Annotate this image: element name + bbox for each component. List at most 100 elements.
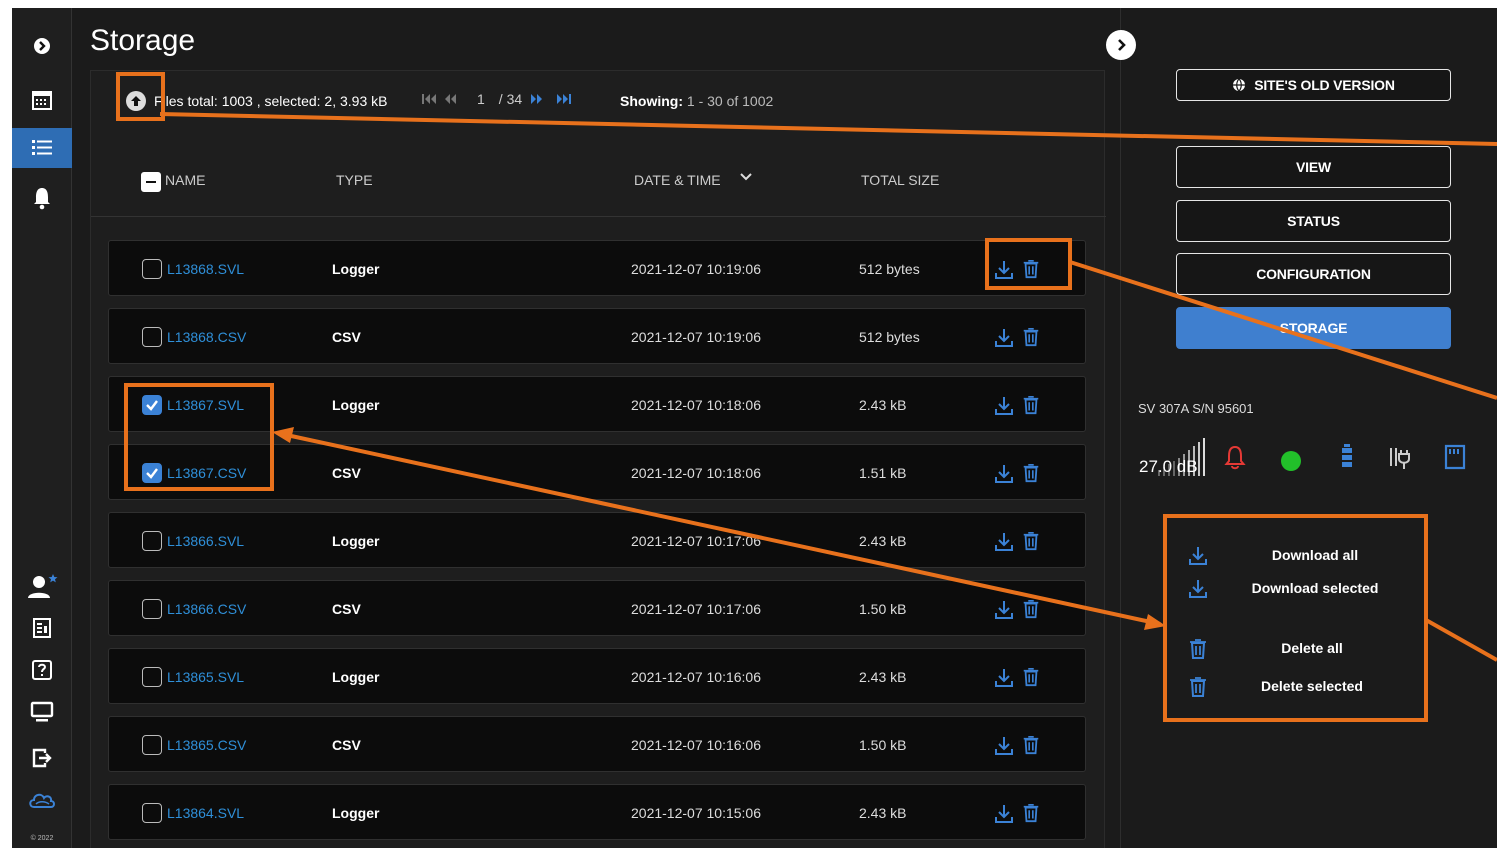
next-page-button[interactable] <box>530 93 544 105</box>
download-icon[interactable] <box>993 667 1015 692</box>
alarm-bell-icon <box>1224 444 1246 475</box>
file-type: CSV <box>332 465 361 481</box>
trash-icon[interactable] <box>1021 530 1041 555</box>
file-name-link[interactable]: L13867.SVL <box>167 397 244 413</box>
trash-icon[interactable] <box>1021 258 1041 283</box>
power-plug-icon <box>1387 444 1413 477</box>
file-datetime: 2021-12-07 10:16:06 <box>631 737 761 753</box>
download-icon[interactable] <box>993 395 1015 420</box>
view-button[interactable]: VIEW <box>1176 146 1451 188</box>
row-checkbox[interactable] <box>142 395 162 415</box>
trash-icon[interactable] <box>1021 666 1041 691</box>
expand-menu-button[interactable] <box>12 26 72 66</box>
table-row[interactable]: L13868.SVL Logger 2021-12-07 10:19:06 512 b… <box>108 240 1086 296</box>
old-version-button[interactable]: SITE'S OLD VERSION <box>1176 69 1451 101</box>
rail-logout[interactable] <box>12 738 72 778</box>
pagination: 1 / 34 <box>421 91 572 107</box>
file-name-link[interactable]: L13865.SVL <box>167 669 244 685</box>
chevron-right-circle-icon <box>34 38 50 54</box>
row-checkbox[interactable] <box>142 463 162 483</box>
row-checkbox[interactable] <box>142 259 162 279</box>
rail-user[interactable] <box>12 566 72 606</box>
column-datetime[interactable]: DATE & TIME <box>634 172 721 188</box>
device-label: SV 307A S/N 95601 <box>1138 401 1254 416</box>
level-readout: 27.0 dB <box>1139 457 1198 476</box>
column-name[interactable]: NAME <box>165 172 205 188</box>
download-selected-label: Download selected <box>1251 580 1379 596</box>
column-total-size[interactable]: TOTAL SIZE <box>861 172 939 188</box>
sd-card-icon <box>1444 444 1466 475</box>
table-row[interactable]: L13866.SVL Logger 2021-12-07 10:17:06 2.43 … <box>108 512 1086 568</box>
file-panel: Files total: 1003 , selected: 2, 3.93 kB… <box>90 70 1106 848</box>
file-type: Logger <box>332 533 380 549</box>
table-row[interactable]: L13867.CSV CSV 2021-12-07 10:18:06 1.51 kB <box>108 444 1086 500</box>
collapse-panel-button[interactable] <box>1106 30 1136 60</box>
file-datetime: 2021-12-07 10:17:06 <box>631 533 761 549</box>
files-total-summary: Files total: 1003 , selected: 2, 3.93 kB <box>154 93 388 109</box>
column-type[interactable]: TYPE <box>336 172 373 188</box>
monitor-icon <box>30 701 54 722</box>
file-name-link[interactable]: L13866.SVL <box>167 533 244 549</box>
trash-icon[interactable] <box>1021 734 1041 759</box>
rail-display[interactable] <box>12 692 72 732</box>
chevron-down-icon <box>740 173 752 181</box>
row-checkbox[interactable] <box>142 599 162 619</box>
row-checkbox[interactable] <box>142 531 162 551</box>
prev-page-button[interactable] <box>443 93 457 105</box>
table-row[interactable]: L13864.SVL Logger 2021-12-07 10:15:06 2.43 … <box>108 784 1086 840</box>
file-name-link[interactable]: L13866.CSV <box>167 601 246 617</box>
select-all-checkbox[interactable] <box>141 172 161 192</box>
trash-icon[interactable] <box>1021 462 1041 487</box>
file-name-link[interactable]: L13868.SVL <box>167 261 244 277</box>
go-up-button[interactable] <box>126 91 146 111</box>
download-icon[interactable] <box>993 531 1015 556</box>
table-row[interactable]: L13868.CSV CSV 2021-12-07 10:19:06 512 byte… <box>108 308 1086 364</box>
rail-calendar[interactable] <box>12 80 72 120</box>
rail-cloud[interactable] <box>12 780 72 820</box>
row-checkbox[interactable] <box>142 327 162 347</box>
table-row[interactable]: L13866.CSV CSV 2021-12-07 10:17:06 1.50 kB <box>108 580 1086 636</box>
row-checkbox[interactable] <box>142 803 162 823</box>
table-row[interactable]: L13867.SVL Logger 2021-12-07 10:18:06 2.43 … <box>108 376 1086 432</box>
trash-icon[interactable] <box>1021 802 1041 827</box>
trash-icon[interactable] <box>1021 326 1041 351</box>
next-page-icon <box>531 94 543 104</box>
last-page-icon <box>557 94 572 104</box>
download-icon[interactable] <box>993 735 1015 760</box>
left-rail: © 2022 <box>12 8 72 848</box>
page-total: / 34 <box>498 91 523 107</box>
table-row[interactable]: L13865.SVL Logger 2021-12-07 10:16:06 2.43 … <box>108 648 1086 704</box>
file-name-link[interactable]: L13867.CSV <box>167 465 246 481</box>
file-size: 512 bytes <box>859 329 920 345</box>
configuration-button[interactable]: CONFIGURATION <box>1176 253 1451 295</box>
user-star-icon <box>28 574 58 598</box>
calendar-icon <box>32 91 52 110</box>
file-size: 2.43 kB <box>859 533 907 549</box>
trash-icon[interactable] <box>1021 598 1041 623</box>
file-name-link[interactable]: L13868.CSV <box>167 329 246 345</box>
first-page-button[interactable] <box>421 93 437 105</box>
file-name-link[interactable]: L13864.SVL <box>167 805 244 821</box>
download-icon[interactable] <box>993 463 1015 488</box>
last-page-button[interactable] <box>556 93 572 105</box>
status-button[interactable]: STATUS <box>1176 200 1451 242</box>
table-row[interactable]: L13865.CSV CSV 2021-12-07 10:16:06 1.50 kB <box>108 716 1086 772</box>
row-checkbox[interactable] <box>142 667 162 687</box>
rail-list[interactable] <box>12 128 72 168</box>
document-icon <box>33 618 51 638</box>
copyright: © 2022 <box>30 835 54 842</box>
row-checkbox[interactable] <box>142 735 162 755</box>
download-icon[interactable] <box>993 259 1015 284</box>
bell-icon <box>34 188 50 210</box>
rail-help[interactable] <box>12 650 72 690</box>
rail-documents[interactable] <box>12 608 72 648</box>
trash-icon[interactable] <box>1021 394 1041 419</box>
file-name-link[interactable]: L13865.CSV <box>167 737 246 753</box>
rail-alerts[interactable] <box>12 178 72 218</box>
storage-button[interactable]: STORAGE <box>1176 307 1451 349</box>
download-icon[interactable] <box>993 327 1015 352</box>
sort-desc-button[interactable] <box>739 170 753 187</box>
download-icon[interactable] <box>993 599 1015 624</box>
download-icon[interactable] <box>993 803 1015 828</box>
page-current[interactable]: 1 <box>477 91 485 107</box>
